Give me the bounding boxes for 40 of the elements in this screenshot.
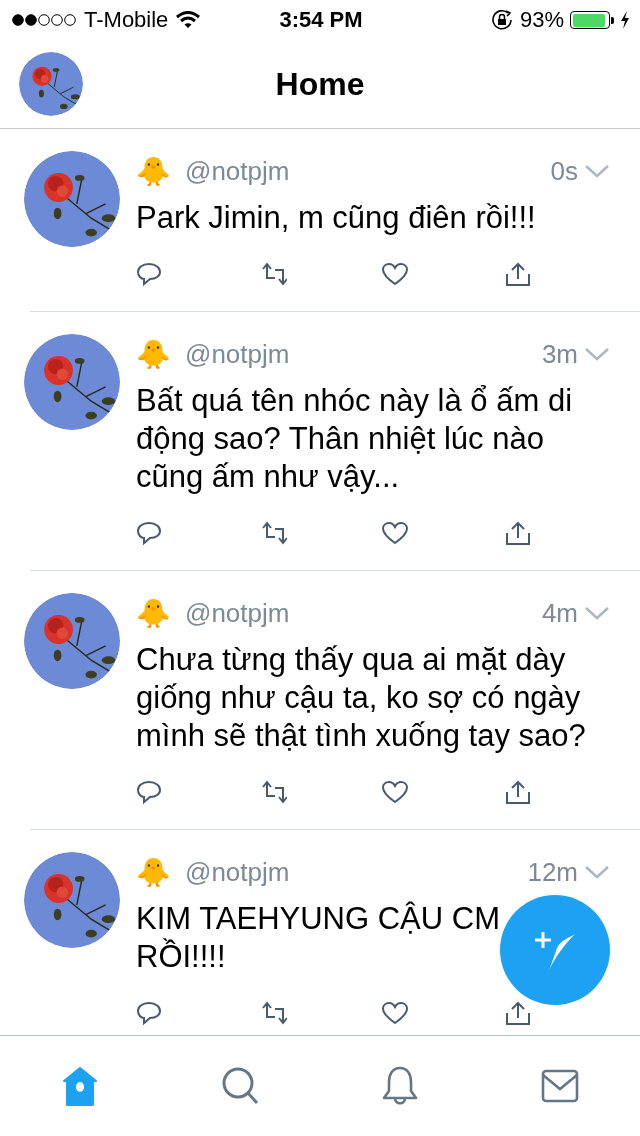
heart-icon[interactable] xyxy=(381,261,410,287)
carrier-name: T-Mobile xyxy=(84,7,169,33)
signal-icon xyxy=(12,13,76,27)
tweet-time: 0s xyxy=(550,155,578,187)
charging-icon xyxy=(620,11,630,29)
heart-icon[interactable] xyxy=(381,1000,410,1026)
battery-icon xyxy=(570,11,610,29)
home-icon[interactable] xyxy=(60,1065,100,1107)
wifi-icon xyxy=(176,11,201,29)
user-handle[interactable]: @notpjm xyxy=(185,155,537,187)
chick-emoji: 🐥 xyxy=(136,596,171,630)
user-handle[interactable]: @notpjm xyxy=(185,597,528,629)
reply-icon[interactable] xyxy=(136,520,164,546)
status-time: 3:54 PM xyxy=(279,7,363,33)
chick-emoji: 🐥 xyxy=(136,855,171,889)
heart-icon[interactable] xyxy=(381,520,410,546)
share-icon[interactable] xyxy=(503,779,532,805)
heart-icon[interactable] xyxy=(381,779,410,805)
tweet-time: 4m xyxy=(541,597,578,629)
tweet-time: 3m xyxy=(541,338,578,370)
search-icon[interactable] xyxy=(220,1065,260,1107)
share-icon[interactable] xyxy=(503,1000,532,1026)
chick-emoji: 🐥 xyxy=(136,154,171,188)
share-icon[interactable] xyxy=(503,261,532,287)
tweet-time: 12m xyxy=(527,856,578,888)
reply-icon[interactable] xyxy=(136,779,164,805)
tweet-text: Bất quá tên nhóc này là ổ ấm di động sao? Thân nhiệt lúc nào cũng ấm như vậy... xyxy=(136,382,573,496)
reply-icon[interactable] xyxy=(136,261,164,287)
reply-icon[interactable] xyxy=(136,1000,164,1026)
bell-icon[interactable] xyxy=(380,1065,420,1107)
rotation-lock-icon xyxy=(489,8,514,32)
user-handle[interactable]: @notpjm xyxy=(185,856,514,888)
chick-emoji: 🐥 xyxy=(136,337,171,371)
tweet-text: KIM TAEHYUNG CẬU CM RỒI!!!! xyxy=(136,900,500,976)
user-handle[interactable]: @notpjm xyxy=(185,338,528,370)
page-title: Home xyxy=(275,65,365,103)
tweet-text: Park Jimin, m cũng điên rồi!!! xyxy=(136,199,536,237)
battery-percent: 93% xyxy=(519,7,564,33)
share-icon[interactable] xyxy=(503,520,532,546)
tweet-text: Chưa từng thấy qua ai mặt dày giống như cậu ta, ko sợ có ngày mình sẽ thật tình xuống tay sao? xyxy=(136,641,587,755)
